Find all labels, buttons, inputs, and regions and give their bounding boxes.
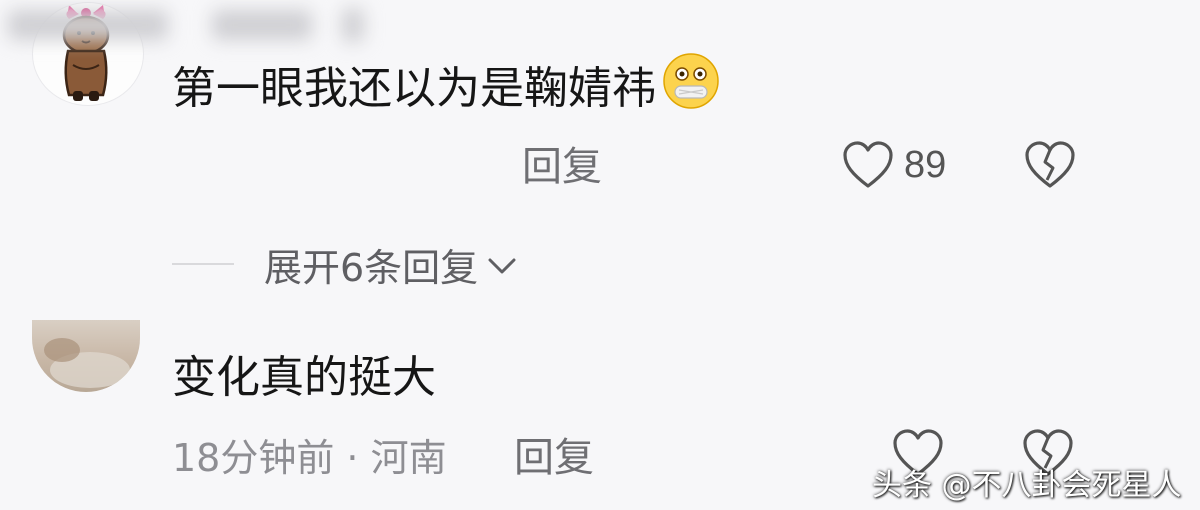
reply-button[interactable]: 回复 <box>514 436 594 480</box>
comment-text: 第一眼我还以为是鞠婧祎 <box>172 53 720 122</box>
expand-replies-label: 展开6条回复 <box>264 245 479 290</box>
watermark: 头条 @不八卦会死星人 <box>872 468 1182 503</box>
like-button[interactable]: 89 <box>842 140 946 190</box>
reply-button[interactable]: 回复 <box>522 145 602 189</box>
expand-replies[interactable]: 展开6条回复 <box>172 238 518 290</box>
comment-meta: 18分钟前 · 河南 <box>172 436 447 480</box>
chevron-down-icon <box>488 258 516 274</box>
user-avatar[interactable] <box>32 320 140 392</box>
comment-text-content: 第一眼我还以为是鞠婧祎 <box>172 63 656 114</box>
broken-heart-icon <box>1025 141 1075 188</box>
dislike-button[interactable] <box>1024 140 1076 194</box>
photo-avatar-icon <box>44 338 130 388</box>
comment-text: 变化真的挺大 <box>172 352 436 403</box>
like-count: 89 <box>904 143 947 186</box>
heart-icon <box>843 141 893 188</box>
face-with-hand-over-mouth-emoji-icon <box>662 52 720 122</box>
divider-line <box>172 263 234 265</box>
